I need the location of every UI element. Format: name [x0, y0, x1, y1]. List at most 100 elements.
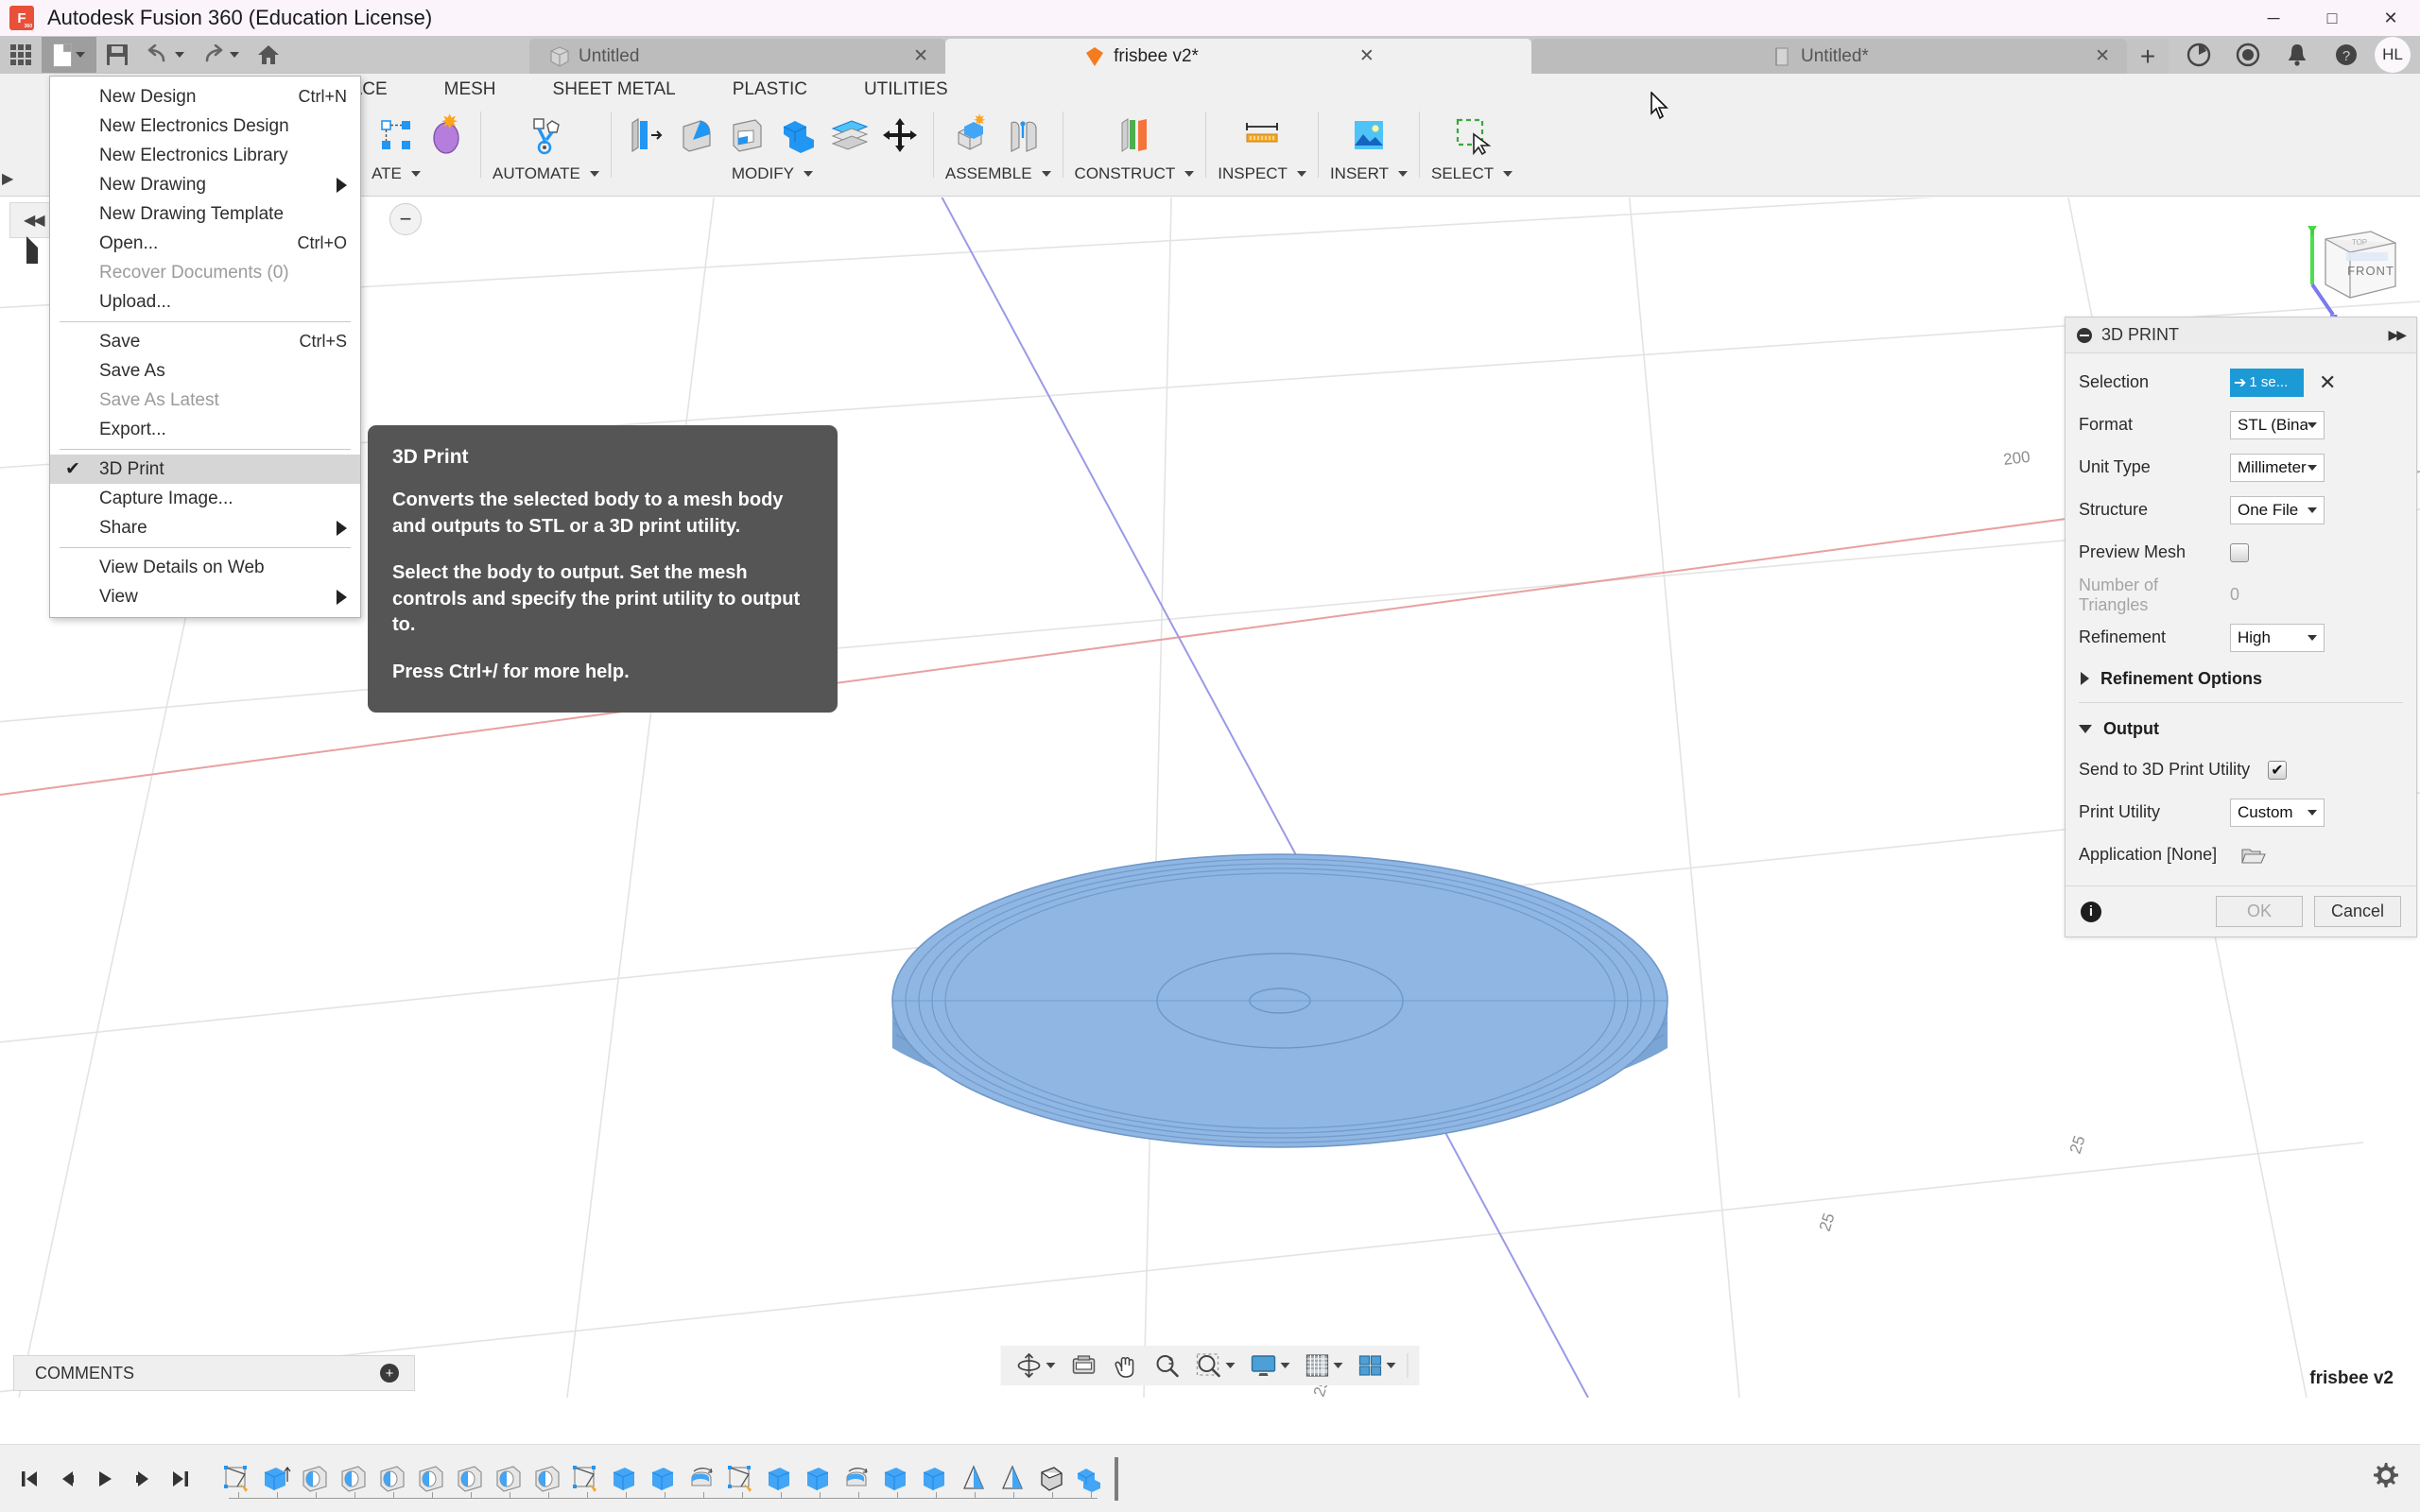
menu-item-upload[interactable]: Upload...: [50, 287, 360, 317]
ribbon-panel-label-assemble[interactable]: ASSEMBLE: [945, 164, 1051, 183]
timeline-feature-fillet[interactable]: [489, 1461, 527, 1497]
cancel-button[interactable]: Cancel: [2314, 896, 2401, 927]
ribbon-panel-label-insert[interactable]: INSERT: [1330, 164, 1408, 183]
timeline-feature-revolve[interactable]: [838, 1461, 876, 1497]
timeline-feature-fillet[interactable]: [527, 1461, 566, 1497]
insert-image-icon[interactable]: [1347, 113, 1391, 157]
ribbon-panel-label-modify[interactable]: MODIFY: [732, 164, 813, 183]
split-face-icon[interactable]: [827, 113, 871, 157]
select-window-icon[interactable]: [1450, 113, 1494, 157]
document-tab-untitled-drawing[interactable]: Untitled* ✕: [1531, 39, 2127, 74]
apps-grid-icon[interactable]: [0, 37, 42, 73]
construction-plane-icon[interactable]: [1113, 113, 1156, 157]
timeline-feature-draft[interactable]: [993, 1461, 1031, 1497]
close-button[interactable]: ✕: [2361, 0, 2420, 36]
refinement-options-group[interactable]: Refinement Options: [2079, 659, 2403, 698]
collapse-left-icon[interactable]: ◀◀: [24, 211, 43, 230]
document-tab-close-icon[interactable]: ✕: [1359, 45, 1374, 67]
timeline-feature-sketch[interactable]: [217, 1461, 256, 1497]
output-group[interactable]: Output: [2079, 709, 2403, 748]
viewports-icon[interactable]: [1351, 1346, 1404, 1385]
timeline-feature-fillet[interactable]: [411, 1461, 450, 1497]
press-pull-icon[interactable]: [623, 113, 666, 157]
menu-item-save[interactable]: Save Ctrl+S: [50, 327, 360, 356]
orbit-icon[interactable]: [1009, 1346, 1063, 1385]
save-icon[interactable]: [96, 37, 138, 73]
timeline-feature-revolve[interactable]: [683, 1461, 721, 1497]
play-icon[interactable]: [89, 1463, 121, 1495]
skip-end-icon[interactable]: [164, 1463, 197, 1495]
home-icon[interactable]: [248, 37, 289, 73]
ribbon-tab-mesh[interactable]: MESH: [416, 74, 525, 106]
send-to-utility-checkbox[interactable]: ✔: [2268, 761, 2287, 780]
3d-print-dialog[interactable]: 3D PRINT ▶▶ Selection ➔ 1 se... ✕ Format…: [2065, 317, 2417, 937]
document-tab-frisbee[interactable]: frisbee v2* ✕: [945, 39, 1531, 74]
document-tab-close-icon[interactable]: ✕: [2095, 45, 2110, 67]
settings-gear-icon[interactable]: [2371, 1461, 2399, 1496]
menu-item-save-as[interactable]: Save As: [50, 356, 360, 386]
chevron-down-icon[interactable]: [1046, 1363, 1056, 1368]
menu-item-share[interactable]: Share: [50, 513, 360, 542]
chevron-down-icon[interactable]: [1281, 1363, 1290, 1368]
menu-item-new-drawing[interactable]: New Drawing: [50, 170, 360, 199]
preview-mesh-checkbox[interactable]: [2230, 543, 2249, 562]
view-cube[interactable]: Y Z FRONT TOP: [2297, 216, 2401, 320]
job-status-icon[interactable]: [2223, 36, 2273, 74]
redo-icon[interactable]: [193, 37, 248, 73]
viewport-canvas[interactable]: 200 25 25 25 25 25: [0, 198, 2420, 1398]
notifications-bell-icon[interactable]: [2273, 36, 2322, 74]
ribbon-expand-icon[interactable]: ▶: [2, 169, 13, 188]
menu-item-3d-print[interactable]: ✔ 3D Print: [50, 455, 360, 484]
ribbon-panel-label-automate[interactable]: AUTOMATE: [493, 164, 599, 183]
file-new-icon[interactable]: [42, 37, 96, 73]
open-folder-icon[interactable]: [2241, 846, 2266, 865]
pan-icon[interactable]: [1105, 1346, 1147, 1385]
extensions-icon[interactable]: [2174, 36, 2223, 74]
menu-item-new-drawing-template[interactable]: New Drawing Template: [50, 199, 360, 229]
combine-icon[interactable]: [776, 113, 820, 157]
generative-design-icon[interactable]: [524, 113, 567, 157]
help-icon[interactable]: ?: [2322, 36, 2371, 74]
menu-item-capture-image[interactable]: Capture Image...: [50, 484, 360, 513]
menu-item-new-design[interactable]: New Design Ctrl+N: [50, 82, 360, 112]
chevron-down-icon[interactable]: [1334, 1363, 1343, 1368]
ribbon-tab-sheet-metal[interactable]: SHEET METAL: [525, 74, 704, 106]
ribbon-panel-label-select[interactable]: SELECT: [1431, 164, 1512, 183]
display-settings-icon[interactable]: [1243, 1346, 1298, 1385]
minimize-button[interactable]: ─: [2244, 0, 2303, 36]
skip-start-icon[interactable]: [13, 1463, 45, 1495]
print-utility-dropdown[interactable]: Custom: [2230, 799, 2325, 827]
menu-item-new-electronics-library[interactable]: New Electronics Library: [50, 141, 360, 170]
clear-selection-icon[interactable]: ✕: [2319, 370, 2336, 395]
ok-button[interactable]: OK: [2216, 896, 2303, 927]
ribbon-panel-label-inspect[interactable]: INSPECT: [1218, 164, 1306, 183]
unit-type-dropdown[interactable]: Millimeter: [2230, 454, 2325, 482]
step-forward-icon[interactable]: [127, 1463, 159, 1495]
undo-icon[interactable]: [138, 37, 193, 73]
menu-item-new-electronics-design[interactable]: New Electronics Design: [50, 112, 360, 141]
measure-icon[interactable]: [1240, 113, 1284, 157]
document-tab-untitled[interactable]: Untitled ✕: [529, 39, 945, 74]
panel-collapse-button[interactable]: −: [389, 203, 422, 235]
menu-item-export[interactable]: Export...: [50, 415, 360, 444]
menu-item-open[interactable]: Open... Ctrl+O: [50, 229, 360, 258]
timeline-feature-extrude[interactable]: [760, 1461, 799, 1497]
joint-icon[interactable]: [1002, 113, 1046, 157]
refinement-dropdown[interactable]: High: [2230, 624, 2325, 652]
timeline-feature-sketch[interactable]: [721, 1461, 760, 1497]
timeline-end-marker[interactable]: [1115, 1457, 1118, 1501]
zoom-icon[interactable]: [1147, 1346, 1188, 1385]
comments-panel-header[interactable]: COMMENTS +: [13, 1355, 415, 1391]
look-at-icon[interactable]: [1063, 1346, 1105, 1385]
fillet-icon[interactable]: [674, 113, 717, 157]
ribbon-panel-label-create[interactable]: ATE: [372, 164, 421, 183]
timeline-feature-combine[interactable]: [1070, 1461, 1109, 1497]
timeline-feature-extrude[interactable]: [605, 1461, 644, 1497]
timeline-feature-shell[interactable]: [1031, 1461, 1070, 1497]
file-dropdown-menu[interactable]: New Design Ctrl+N New Electronics Design…: [49, 76, 361, 618]
timeline-feature-extrude[interactable]: [256, 1461, 295, 1497]
new-component-icon[interactable]: [951, 113, 994, 157]
chevron-down-icon[interactable]: [1387, 1363, 1396, 1368]
timeline-feature-extrude[interactable]: [915, 1461, 954, 1497]
menu-item-view-details-on-web[interactable]: View Details on Web: [50, 553, 360, 582]
